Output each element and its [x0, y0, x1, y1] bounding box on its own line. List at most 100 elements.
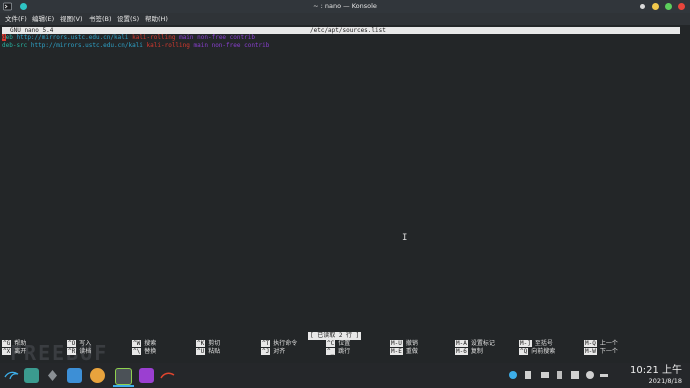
shortcut-item: ^_ 跳行 — [326, 348, 350, 356]
repo-type: deb — [2, 34, 13, 41]
shortcut-label: 位置 — [338, 340, 351, 347]
shortcut-item: ^W 搜索 — [132, 340, 156, 348]
shortcut-key: ^Q — [519, 348, 529, 355]
menu-file[interactable]: 文件(F) — [5, 13, 27, 25]
shortcut-label: 上一个 — [599, 340, 618, 347]
shortcut-key: ^J — [261, 348, 271, 355]
shortcut-item: M-Q 上一个 — [584, 340, 618, 348]
window-titlebar: ~ : nano — Konsole — [0, 0, 690, 13]
shortcut-key: ^C — [326, 340, 336, 347]
shortcut-label: 重做 — [405, 348, 418, 355]
shortcut-key: M-] — [519, 340, 532, 347]
shortcut-label: 向前搜索 — [531, 348, 556, 355]
repo-components: main non-free contrib — [193, 42, 270, 49]
shortcut-label: 读档 — [79, 348, 92, 355]
shortcut-item: ^J 对齐 — [261, 348, 285, 356]
shortcut-label: 对齐 — [273, 348, 286, 355]
shortcut-item: ^K 剪切 — [196, 340, 220, 348]
maximize-button[interactable] — [665, 3, 672, 10]
shortcut-key: ^R — [67, 348, 77, 355]
shortcut-key: M-U — [390, 340, 403, 347]
shortcut-item: ^\ 替换 — [132, 348, 156, 356]
update-icon[interactable] — [509, 371, 517, 379]
text-cursor-icon: I — [402, 233, 408, 243]
shortcut-label: 撤销 — [405, 340, 418, 347]
shortcut-label: 设置标记 — [470, 340, 495, 347]
menu-dot-icon[interactable] — [640, 4, 645, 9]
clock[interactable]: 10:21 上午 2021/8/18 — [630, 365, 682, 386]
shortcut-key: ^K — [196, 340, 206, 347]
menu-bookmarks[interactable]: 书签(B) — [89, 13, 112, 25]
desktop-icon[interactable] — [24, 368, 39, 383]
shortcut-label: 替换 — [144, 348, 157, 355]
network-icon[interactable] — [541, 372, 549, 378]
shortcut-item: M-6 复制 — [455, 348, 483, 356]
shortcut-item: ^R 读档 — [67, 348, 91, 356]
shortcut-label: 离开 — [14, 348, 27, 355]
menu-edit[interactable]: 编辑(E) — [32, 13, 54, 25]
burpsuite-icon[interactable] — [139, 368, 154, 383]
shortcut-label: 粘贴 — [208, 348, 221, 355]
notifications-icon[interactable] — [586, 371, 594, 379]
shortcut-item: M-U 撤销 — [390, 340, 418, 348]
menu-view[interactable]: 视图(V) — [60, 13, 83, 25]
shortcut-item: M-W 下一个 — [584, 348, 618, 356]
shortcut-item: ^Q 向前搜索 — [519, 348, 555, 356]
repo-type: deb-src — [2, 42, 28, 49]
battery-icon[interactable] — [557, 371, 562, 379]
menu-help[interactable]: 帮助(H) — [145, 13, 168, 25]
taskbar: 10:21 上午 2021/8/18 — [0, 363, 690, 388]
menu-bar: 文件(F) 编辑(E) 视图(V) 书签(B) 设置(S) 帮助(H) — [0, 13, 690, 25]
shortcut-item: ^U 粘贴 — [196, 348, 220, 356]
file-manager-icon[interactable] — [67, 368, 82, 383]
close-button[interactable] — [678, 3, 685, 10]
volume-icon[interactable] — [571, 371, 579, 379]
shortcut-label: 下一个 — [599, 348, 618, 355]
shortcut-key: ^_ — [326, 348, 336, 355]
nano-version: GNU nano 5.4 — [10, 27, 54, 34]
tray-expand-icon[interactable] — [600, 374, 608, 377]
browser-icon[interactable] — [90, 368, 105, 383]
shortcut-label: 帮助 — [14, 340, 27, 347]
repo-suite: kali-rolling — [146, 42, 190, 49]
shortcut-label: 写入 — [79, 340, 92, 347]
shortcut-key: ^T — [261, 340, 271, 347]
shortcut-key: M-E — [390, 348, 403, 355]
repo-suite: kali-rolling — [132, 34, 176, 41]
terminal-area[interactable]: GNU nano 5.4 /etc/apt/sources.list deb h… — [0, 25, 690, 365]
clipboard-icon[interactable] — [525, 371, 531, 379]
nano-status: [ 已读取 2 行 ] — [308, 332, 362, 340]
source-line[interactable]: deb http://mirrors.ustc.edu.cn/kali kali… — [2, 34, 255, 42]
shortcut-key: M-A — [455, 340, 468, 347]
shortcut-key: ^X — [2, 348, 12, 355]
shortcut-item: M-E 重做 — [390, 348, 418, 356]
kali-menu-icon[interactable] — [4, 368, 19, 383]
shortcut-key: ^\ — [132, 348, 142, 355]
repo-components: main non-free contrib — [179, 34, 255, 41]
window-title: ~ : nano — Konsole — [313, 2, 377, 10]
repo-url: http://mirrors.ustc.edu.cn/kali — [30, 42, 143, 49]
terminal-icon[interactable] — [115, 368, 132, 385]
minimize-button[interactable] — [652, 3, 659, 10]
shortcut-key: ^U — [196, 348, 206, 355]
menu-settings[interactable]: 设置(S) — [117, 13, 139, 25]
nano-header: GNU nano 5.4 /etc/apt/sources.list — [2, 27, 680, 34]
shortcut-label: 跳行 — [338, 348, 351, 355]
repo-url: http://mirrors.ustc.edu.cn/kali — [16, 34, 129, 41]
shortcut-item: ^C 位置 — [326, 340, 350, 348]
shortcut-item: M-] 至括号 — [519, 340, 553, 348]
kali-dragon-icon[interactable] — [160, 368, 175, 383]
shortcut-item: ^X 离开 — [2, 348, 26, 356]
shortcut-key: M-Q — [584, 340, 597, 347]
nano-filename: /etc/apt/sources.list — [310, 27, 386, 34]
shortcut-label: 搜索 — [144, 340, 157, 347]
shortcut-label: 执行命令 — [273, 340, 298, 347]
source-line[interactable]: deb-src http://mirrors.ustc.edu.cn/kali … — [2, 42, 269, 50]
shortcut-key: ^G — [2, 340, 12, 347]
clock-time: 10:21 上午 — [630, 365, 682, 376]
clock-date: 2021/8/18 — [648, 377, 682, 385]
shortcut-key: ^O — [67, 340, 77, 347]
shortcut-item: M-A 设置标记 — [455, 340, 495, 348]
activities-icon[interactable] — [45, 368, 60, 383]
shortcut-label: 剪切 — [208, 340, 221, 347]
